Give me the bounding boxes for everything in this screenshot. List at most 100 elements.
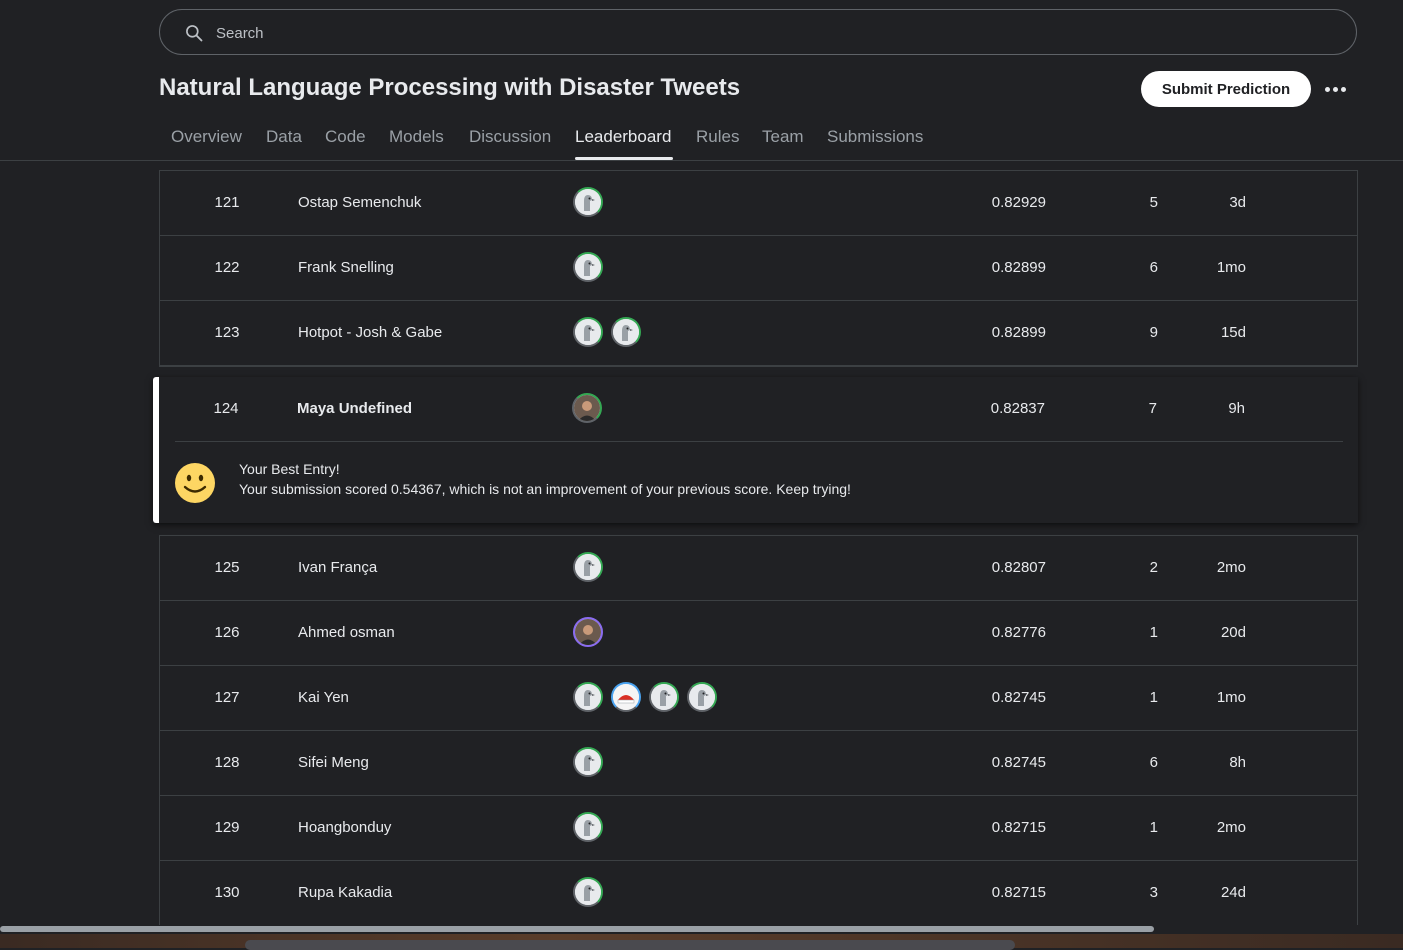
entries-cell: 3 <box>1149 884 1158 901</box>
last-submission-cell: 1mo <box>1216 259 1246 276</box>
score-cell: 0.82715 <box>991 884 1046 901</box>
table-row[interactable]: 125 Ivan França 0.82807 2 2mo <box>160 536 1357 601</box>
search-input[interactable] <box>214 20 1118 46</box>
table-row[interactable]: 123 Hotpot - Josh & Gabe 0.82899 9 15d <box>160 301 1357 366</box>
default-avatar-icon[interactable] <box>573 552 603 582</box>
divider <box>175 441 1343 442</box>
team-members <box>572 393 602 425</box>
last-submission-cell: 2mo <box>1216 559 1246 576</box>
default-avatar-icon[interactable] <box>573 812 603 842</box>
entries-cell: 1 <box>1149 819 1158 836</box>
rank-cell: 123 <box>214 324 240 341</box>
score-cell: 0.82715 <box>991 819 1046 836</box>
table-row[interactable]: 128 Sifei Meng 0.82745 6 8h <box>160 731 1357 796</box>
score-cell: 0.82899 <box>991 259 1046 276</box>
last-submission-cell: 15d <box>1220 324 1246 341</box>
last-submission-cell: 24d <box>1220 884 1246 901</box>
score-cell: 0.82776 <box>991 624 1046 641</box>
user-photo-avatar[interactable] <box>573 617 603 647</box>
tab-submissions[interactable]: Submissions <box>827 127 923 147</box>
rank-cell: 129 <box>214 819 240 836</box>
score-cell: 0.82899 <box>991 324 1046 341</box>
tab-models[interactable]: Models <box>389 127 444 147</box>
team-name-cell[interactable]: Rupa Kakadia <box>298 861 392 925</box>
scrollbar-thumb[interactable] <box>0 926 1154 932</box>
rank-cell: 124 <box>213 400 239 417</box>
rank-cell: 126 <box>214 624 240 641</box>
header-divider <box>0 160 1403 161</box>
team-members <box>573 812 603 844</box>
tab-team[interactable]: Team <box>762 127 804 147</box>
default-avatar-icon[interactable] <box>573 187 603 217</box>
default-avatar-icon[interactable] <box>573 747 603 777</box>
tab-data[interactable]: Data <box>266 127 302 147</box>
last-submission-cell: 8h <box>1229 754 1246 771</box>
team-name-cell[interactable]: Hotpot - Josh & Gabe <box>298 301 442 365</box>
rank-cell: 122 <box>214 259 240 276</box>
team-members <box>573 187 603 219</box>
table-row[interactable]: 129 Hoangbonduy 0.82715 1 2mo <box>160 796 1357 861</box>
team-members <box>573 252 603 284</box>
default-avatar-icon[interactable] <box>687 682 717 712</box>
my-entry-card: 124 Maya Undefined 0.82837 7 9h Your Bes… <box>153 377 1358 523</box>
entries-cell: 6 <box>1149 259 1158 276</box>
tab-overview[interactable]: Overview <box>171 127 242 147</box>
tab-leaderboard[interactable]: Leaderboard <box>575 127 671 147</box>
taskbar <box>0 934 1403 950</box>
custom-avatar-icon[interactable] <box>611 682 641 712</box>
rank-cell: 128 <box>214 754 240 771</box>
tab-discussion[interactable]: Discussion <box>469 127 551 147</box>
tab-code[interactable]: Code <box>325 127 366 147</box>
default-avatar-icon[interactable] <box>573 877 603 907</box>
taskbar-dock[interactable] <box>245 940 1015 950</box>
search-bar[interactable] <box>159 9 1357 55</box>
leaderboard-table-bottom: 125 Ivan França 0.82807 2 2mo 126 Ahmed … <box>159 535 1358 927</box>
leaderboard-table-top: 121 Ostap Semenchuk 0.82929 5 3d 122 Fra… <box>159 170 1358 367</box>
score-cell: 0.82837 <box>990 400 1045 417</box>
team-name-cell[interactable]: Kai Yen <box>298 666 349 730</box>
user-photo-avatar[interactable] <box>572 393 602 423</box>
my-entry-row[interactable]: 124 Maya Undefined 0.82837 7 9h <box>159 377 1358 442</box>
team-name-cell[interactable]: Maya Undefined <box>297 377 412 441</box>
last-submission-cell: 1mo <box>1216 689 1246 706</box>
tab-rules[interactable]: Rules <box>696 127 739 147</box>
score-cell: 0.82745 <box>991 689 1046 706</box>
team-name-cell[interactable]: Ivan França <box>298 536 377 600</box>
last-submission-cell: 9h <box>1228 400 1245 417</box>
last-submission-cell: 2mo <box>1216 819 1246 836</box>
rank-cell: 127 <box>214 689 240 706</box>
score-cell: 0.82807 <box>991 559 1046 576</box>
team-name-cell[interactable]: Ostap Semenchuk <box>298 171 421 235</box>
default-avatar-icon[interactable] <box>573 317 603 347</box>
default-avatar-icon[interactable] <box>573 252 603 282</box>
team-name-cell[interactable]: Hoangbonduy <box>298 796 391 860</box>
team-name-cell[interactable]: Ahmed osman <box>298 601 395 665</box>
team-members <box>573 552 603 584</box>
page-title: Natural Language Processing with Disaste… <box>159 74 741 101</box>
team-members <box>573 617 603 649</box>
team-name-cell[interactable]: Frank Snelling <box>298 236 394 300</box>
table-row[interactable]: 130 Rupa Kakadia 0.82715 3 24d <box>160 861 1357 926</box>
last-submission-cell: 20d <box>1220 624 1246 641</box>
search-icon <box>186 25 203 42</box>
entries-cell: 9 <box>1149 324 1158 341</box>
entries-cell: 7 <box>1148 400 1157 417</box>
team-members <box>573 877 603 909</box>
default-avatar-icon[interactable] <box>649 682 679 712</box>
table-row[interactable]: 127 Kai Yen 0.82745 1 1mo <box>160 666 1357 731</box>
table-row[interactable]: 121 Ostap Semenchuk 0.82929 5 3d <box>160 171 1357 236</box>
last-submission-cell: 3d <box>1229 194 1246 211</box>
default-avatar-icon[interactable] <box>573 682 603 712</box>
entries-cell: 1 <box>1149 689 1158 706</box>
team-members <box>573 747 603 779</box>
team-name-cell[interactable]: Sifei Meng <box>298 731 369 795</box>
submit-prediction-button[interactable]: Submit Prediction <box>1141 71 1311 107</box>
table-row[interactable]: 126 Ahmed osman 0.82776 1 20d <box>160 601 1357 666</box>
table-row[interactable]: 122 Frank Snelling 0.82899 6 1mo <box>160 236 1357 301</box>
default-avatar-icon[interactable] <box>611 317 641 347</box>
more-options-icon[interactable] <box>1321 76 1349 102</box>
entries-cell: 2 <box>1149 559 1158 576</box>
rank-cell: 130 <box>214 884 240 901</box>
entries-cell: 6 <box>1149 754 1158 771</box>
best-entry-title: Your Best Entry! <box>239 461 340 477</box>
